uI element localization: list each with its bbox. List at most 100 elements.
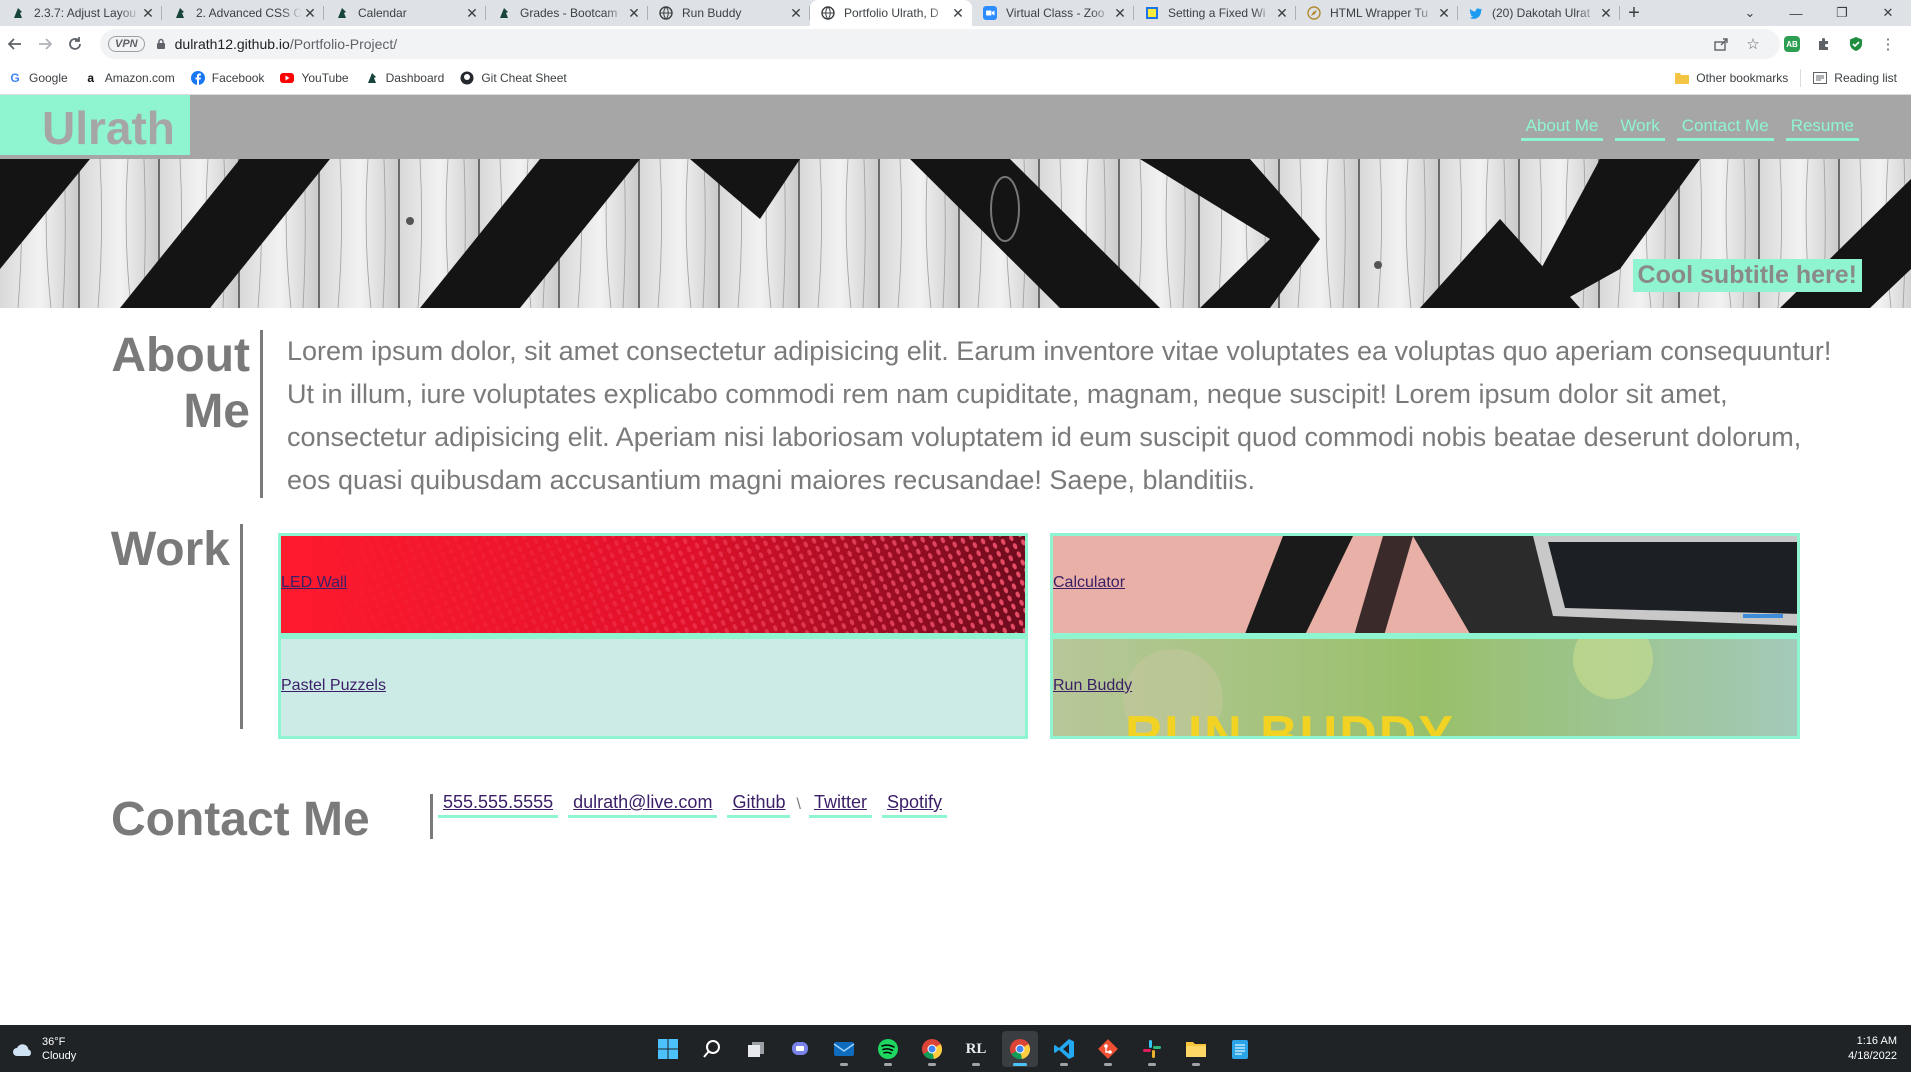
tab-close-icon[interactable]: ✕ <box>1274 5 1290 21</box>
project-calculator[interactable]: Calculator <box>1050 533 1800 636</box>
vscode-taskbar-button[interactable] <box>1046 1031 1082 1067</box>
weather-widget[interactable]: 36°F Cloudy <box>12 1035 76 1063</box>
tab-close-icon[interactable]: ✕ <box>626 5 642 21</box>
browser-tab[interactable]: (20) Dakotah Ulrat ✕ <box>1458 0 1620 26</box>
search-taskbar-button[interactable] <box>694 1031 730 1067</box>
compass-icon <box>1306 5 1322 21</box>
bookmark-label: Facebook <box>211 71 265 85</box>
tab-close-icon[interactable]: ✕ <box>140 5 156 21</box>
project-led-wall-link[interactable]: LED Wall <box>281 574 347 592</box>
folder-icon <box>1675 71 1690 85</box>
browser-tab[interactable]: Setting a Fixed Wi ✕ <box>1134 0 1296 26</box>
tab-close-icon[interactable]: ✕ <box>950 5 966 21</box>
lock-icon[interactable] <box>155 38 167 50</box>
browser-tab[interactable]: 2.3.7: Adjust Layou ✕ <box>0 0 162 26</box>
browser-tab[interactable]: Grades - Bootcam ✕ <box>486 0 648 26</box>
task-view-taskbar-button[interactable] <box>738 1031 774 1067</box>
shield-extension-icon[interactable] <box>1845 33 1867 55</box>
tab-strip: 2.3.7: Adjust Layou ✕ 2. Advanced CSS C ✕ Ca… <box>0 0 1911 26</box>
extensions-puzzle-icon[interactable] <box>1813 33 1835 55</box>
tab-search-chevron-icon[interactable]: ⌄ <box>1727 0 1773 26</box>
tab-title: 2.3.7: Adjust Layou <box>34 6 137 20</box>
reading-list-button[interactable]: Reading list <box>1813 71 1897 85</box>
bookmark-item[interactable]: Dashboard <box>365 71 444 85</box>
rocket-league-taskbar-button[interactable]: RL <box>958 1031 994 1067</box>
led-wall-image <box>281 536 1025 633</box>
tab-close-icon[interactable]: ✕ <box>1598 5 1614 21</box>
vpn-badge[interactable]: VPN <box>108 36 145 52</box>
project-run-buddy-link[interactable]: Run Buddy <box>1053 677 1132 695</box>
new-tab-button[interactable]: + <box>1620 0 1648 26</box>
restore-button[interactable]: ❐ <box>1819 0 1865 26</box>
system-clock[interactable]: 1:16 AM 4/18/2022 <box>1848 1034 1897 1064</box>
msu-spartan-icon <box>172 5 188 21</box>
bookmark-star-icon[interactable]: ☆ <box>1742 33 1764 55</box>
slack-taskbar-button[interactable] <box>1134 1031 1170 1067</box>
mail-taskbar-button[interactable] <box>826 1031 862 1067</box>
contact-github-link[interactable]: Github <box>727 792 791 818</box>
spotify-taskbar-button[interactable] <box>870 1031 906 1067</box>
bookmark-item[interactable]: YouTube <box>280 71 349 85</box>
address-bar[interactable]: VPN dulrath12.github.io/Portfolio-Projec… <box>100 29 1780 59</box>
tab-separator <box>1619 6 1620 20</box>
back-button[interactable] <box>0 29 30 59</box>
tab-close-icon[interactable]: ✕ <box>1436 5 1452 21</box>
browser-tab[interactable]: Portfolio Ulrath, D ✕ <box>810 0 972 26</box>
share-icon[interactable] <box>1710 33 1732 55</box>
bookmark-item[interactable]: G Google <box>8 71 67 85</box>
reload-button[interactable] <box>60 29 90 59</box>
forward-button[interactable] <box>30 29 60 59</box>
minimize-button[interactable]: — <box>1773 0 1819 26</box>
bookmark-item[interactable]: a Amazon.com <box>84 71 174 85</box>
nav-work[interactable]: Work <box>1615 116 1665 141</box>
contact-spotify-link[interactable]: Spotify <box>881 792 947 818</box>
file-explorer-taskbar-button[interactable] <box>1178 1031 1214 1067</box>
windows-start-taskbar-button[interactable] <box>650 1031 686 1067</box>
browser-tab[interactable]: Virtual Class - Zoo ✕ <box>972 0 1134 26</box>
running-indicator <box>1013 1063 1027 1066</box>
amazon-icon: a <box>87 71 95 85</box>
git-taskbar-button[interactable] <box>1090 1031 1126 1067</box>
tab-close-icon[interactable]: ✕ <box>302 5 318 21</box>
adblock-extension-icon[interactable]: AB <box>1781 33 1803 55</box>
teams-chat-taskbar-button[interactable] <box>782 1031 818 1067</box>
twitter-icon <box>1468 5 1484 21</box>
chrome-taskbar-button[interactable] <box>914 1031 950 1067</box>
project-pastel-puzzels[interactable]: Pastel Puzzels <box>278 636 1028 739</box>
tab-title: Calendar <box>358 6 407 20</box>
browser-tab[interactable]: Calendar ✕ <box>324 0 486 26</box>
project-calculator-link[interactable]: Calculator <box>1053 574 1125 592</box>
site-logo[interactable]: Ulrath <box>0 95 190 155</box>
hero-image <box>0 159 1911 308</box>
nav-resume[interactable]: Resume <box>1785 116 1859 141</box>
notepad-taskbar-button[interactable] <box>1222 1031 1258 1067</box>
project-pastel-puzzels-link[interactable]: Pastel Puzzels <box>281 677 386 695</box>
browser-tab[interactable]: 2. Advanced CSS C ✕ <box>162 0 324 26</box>
bookmark-item[interactable]: Facebook <box>190 71 265 85</box>
bookmarks-divider <box>1800 69 1802 87</box>
browser-tab[interactable]: Run Buddy ✕ <box>648 0 810 26</box>
chrome-active-taskbar-button[interactable] <box>1002 1031 1038 1067</box>
tab-close-icon[interactable]: ✕ <box>1112 5 1128 21</box>
contact-email-link[interactable]: dulrath@live.com <box>568 792 718 818</box>
browser-menu-icon[interactable]: ⋮ <box>1877 33 1899 55</box>
url-text[interactable]: dulrath12.github.io/Portfolio-Project/ <box>175 36 398 52</box>
bookmark-item[interactable]: Git Cheat Sheet <box>460 71 567 85</box>
site-logo-text: Ulrath <box>42 102 175 154</box>
nav-contact-me[interactable]: Contact Me <box>1676 116 1774 141</box>
project-led-wall[interactable]: LED Wall <box>278 533 1028 636</box>
project-run-buddy[interactable]: RUN BUDDY Run Buddy <box>1050 636 1800 739</box>
nav-about-me[interactable]: About Me <box>1520 116 1604 141</box>
search-icon <box>702 1039 722 1059</box>
tab-close-icon[interactable]: ✕ <box>788 5 804 21</box>
weather-desc: Cloudy <box>42 1050 77 1062</box>
close-window-button[interactable]: ✕ <box>1865 0 1911 26</box>
other-bookmarks-label: Other bookmarks <box>1696 71 1789 85</box>
browser-tab[interactable]: HTML Wrapper Tu ✕ <box>1296 0 1458 26</box>
contact-phone-link[interactable]: 555.555.5555 <box>438 792 559 818</box>
contact-twitter-link[interactable]: Twitter <box>808 792 872 818</box>
tab-close-icon[interactable]: ✕ <box>464 5 480 21</box>
other-bookmarks-folder[interactable]: Other bookmarks <box>1675 71 1788 85</box>
contact-me-heading: Contact Me <box>111 793 370 846</box>
tab-title: Grades - Bootcam <box>520 6 618 20</box>
